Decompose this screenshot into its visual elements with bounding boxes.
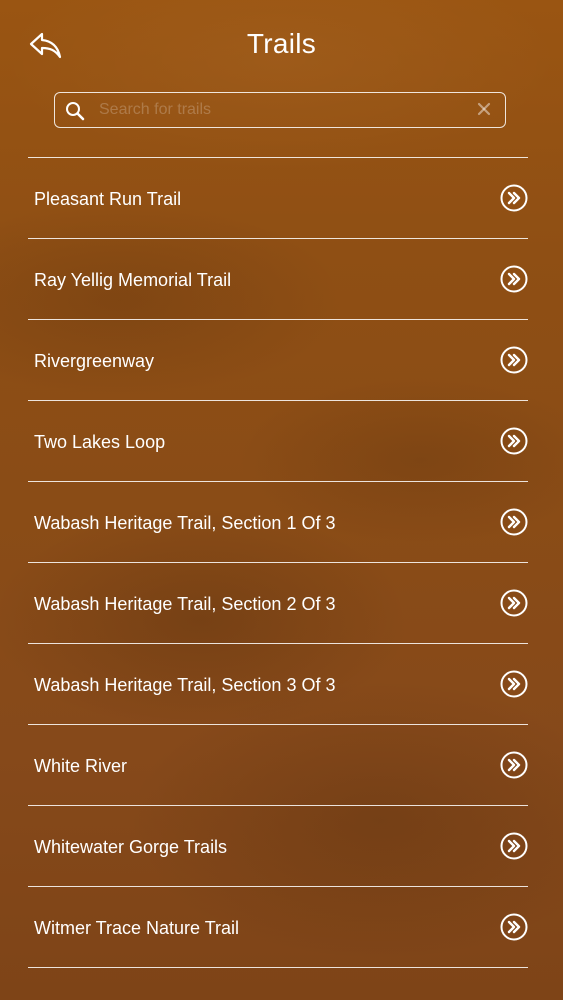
trail-name: Wabash Heritage Trail, Section 1 Of 3 bbox=[34, 513, 336, 533]
header: Trails bbox=[0, 0, 563, 90]
list-item[interactable]: White River bbox=[28, 725, 528, 806]
list-item[interactable]: Whitewater Gorge Trails bbox=[28, 806, 528, 887]
trail-name: Pleasant Run Trail bbox=[34, 189, 182, 209]
trail-list: Pleasant Run Trail Ray Yellig Memorial T… bbox=[28, 157, 528, 968]
trail-name: Two Lakes Loop bbox=[34, 432, 166, 452]
trail-name: Whitewater Gorge Trails bbox=[34, 837, 228, 857]
double-chevron-right-icon[interactable] bbox=[500, 508, 528, 536]
clear-icon[interactable] bbox=[477, 102, 491, 116]
list-item[interactable]: Ray Yellig Memorial Trail bbox=[28, 239, 528, 320]
double-chevron-right-icon[interactable] bbox=[500, 913, 528, 941]
page-title: Trails bbox=[246, 28, 317, 59]
double-chevron-right-icon[interactable] bbox=[500, 670, 528, 698]
search-input[interactable] bbox=[99, 93, 459, 126]
double-chevron-right-icon[interactable] bbox=[500, 427, 528, 455]
double-chevron-right-icon[interactable] bbox=[500, 346, 528, 374]
search-icon bbox=[66, 102, 85, 121]
search-box[interactable] bbox=[54, 92, 506, 128]
trail-name: Witmer Trace Nature Trail bbox=[34, 918, 240, 938]
double-chevron-right-icon[interactable] bbox=[500, 832, 528, 860]
list-item[interactable]: Two Lakes Loop bbox=[28, 401, 528, 482]
list-item[interactable]: Pleasant Run Trail bbox=[28, 158, 528, 239]
list-item[interactable]: Wabash Heritage Trail, Section 3 Of 3 bbox=[28, 644, 528, 725]
list-item[interactable]: Wabash Heritage Trail, Section 1 Of 3 bbox=[28, 482, 528, 563]
double-chevron-right-icon[interactable] bbox=[500, 589, 528, 617]
double-chevron-right-icon[interactable] bbox=[500, 265, 528, 293]
trail-name: Wabash Heritage Trail, Section 2 Of 3 bbox=[34, 594, 336, 614]
list-item[interactable]: Witmer Trace Nature Trail bbox=[28, 887, 528, 968]
list-item[interactable]: Rivergreenway bbox=[28, 320, 528, 401]
double-chevron-right-icon[interactable] bbox=[500, 184, 528, 212]
double-chevron-right-icon[interactable] bbox=[500, 751, 528, 779]
trail-name: Wabash Heritage Trail, Section 3 Of 3 bbox=[34, 675, 336, 695]
trail-name: Ray Yellig Memorial Trail bbox=[34, 270, 232, 290]
trail-name: Rivergreenway bbox=[34, 351, 155, 371]
trail-name: White River bbox=[34, 756, 128, 776]
list-item[interactable]: Wabash Heritage Trail, Section 2 Of 3 bbox=[28, 563, 528, 644]
